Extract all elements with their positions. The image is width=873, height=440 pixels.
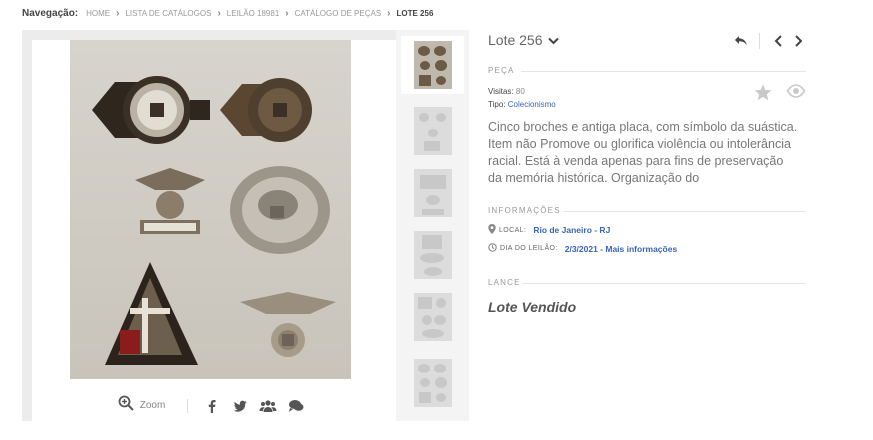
location-row: LOCAL: Rio de Janeiro - RJ [488,224,610,236]
chevron-down-icon [547,32,559,48]
piece-section: PEÇA [488,66,806,76]
lot-info-panel: Lote 256 PEÇA Visitas: 80 Tipo: Colecion… [488,30,806,315]
thumbnail[interactable] [401,288,464,346]
eye-icon[interactable] [786,84,806,106]
main-image-frame [32,40,396,390]
section-divider [564,211,806,212]
breadcrumb: Navegação: HOME › LISTA DE CATÁLOGOS › L… [22,6,433,20]
thumbnail-strip [396,30,469,421]
thumbnail-image [413,169,452,217]
thumbnail-image [413,359,452,407]
star-icon[interactable] [754,84,772,106]
location-value-link[interactable]: Rio de Janeiro - RJ [533,225,610,235]
section-divider [512,71,806,72]
lot-description: Cinco broches e antiga placa, com símbol… [488,120,798,185]
thumbnail[interactable] [401,226,464,284]
back-arrow-icon[interactable] [733,33,749,49]
section-divider [522,283,806,284]
breadcrumb-auction[interactable]: LEILÃO 18981 [227,9,279,18]
facebook-icon[interactable] [201,395,223,417]
next-lot-icon[interactable] [790,33,806,49]
lot-title: Lote 256 [488,32,543,48]
chevron-right-icon: › [387,7,391,19]
breadcrumb-current-lot: LOTE 256 [396,8,434,18]
visits-label: Visitas: [488,87,514,96]
header-divider [759,33,760,49]
lot-navigation [733,33,806,49]
auction-date-row: DIA DO LEILÃO: 2/3/2021 - Mais informaçõ… [488,243,677,254]
chevron-right-icon: › [285,7,289,19]
type-label: Tipo: [488,100,506,109]
comment-icon[interactable] [285,395,307,417]
thumbnail[interactable] [401,102,464,160]
lot-meta: Visitas: 80 Tipo: Colecionismo [488,85,556,111]
lot-photo-illustration [92,76,336,365]
zoom-in-icon [118,395,134,416]
image-toolbar: Zoom [32,390,396,421]
lot-photo[interactable] [70,40,351,379]
lot-header: Lote 256 [488,30,806,54]
visits-value: 80 [515,87,525,96]
thumbnail-image [413,231,452,279]
image-gallery: Zoom [22,30,469,421]
breadcrumb-pieces-catalog[interactable]: CATÁLOGO DE PEÇAS [295,9,382,18]
thumbnail[interactable] [401,164,464,222]
bid-section-label: LANCE [488,278,521,287]
thumbnail-image [413,107,452,155]
auction-date-label: DIA DO LEILÃO: [500,245,558,252]
breadcrumb-home[interactable]: HOME [86,9,110,18]
chevron-right-icon: › [116,7,120,19]
lot-actions [754,84,806,106]
thumbnail[interactable] [401,354,464,412]
info-section: INFORMAÇÕES LOCAL: Rio de Janeiro - RJ D… [488,206,806,254]
thumbnail[interactable] [401,36,464,94]
location-label: LOCAL: [499,226,527,234]
lot-selector[interactable]: Lote 256 [488,32,559,48]
clock-icon [488,243,497,254]
map-pin-icon [488,224,496,236]
auction-date-link[interactable]: 2/3/2021 - Mais informações [565,244,677,254]
lot-status: Lote Vendido [488,299,577,315]
thumbnail-image [413,293,452,341]
group-icon[interactable] [257,395,279,417]
piece-section-label: PEÇA [488,66,521,75]
info-section-label: INFORMAÇÕES [488,206,561,215]
zoom-label: Zoom [139,400,166,411]
thumbnail-image [413,41,452,89]
previous-lot-icon[interactable] [770,33,786,49]
bid-section: LANCE [488,278,806,288]
chevron-right-icon: › [217,7,221,19]
breadcrumb-label: Navegação: [22,7,79,19]
zoom-button[interactable]: Zoom [118,395,166,416]
toolbar-divider [187,398,189,413]
twitter-icon[interactable] [229,395,251,417]
breadcrumb-catalog-list[interactable]: LISTA DE CATÁLOGOS [125,9,211,18]
type-value-link[interactable]: Colecionismo [508,100,556,109]
